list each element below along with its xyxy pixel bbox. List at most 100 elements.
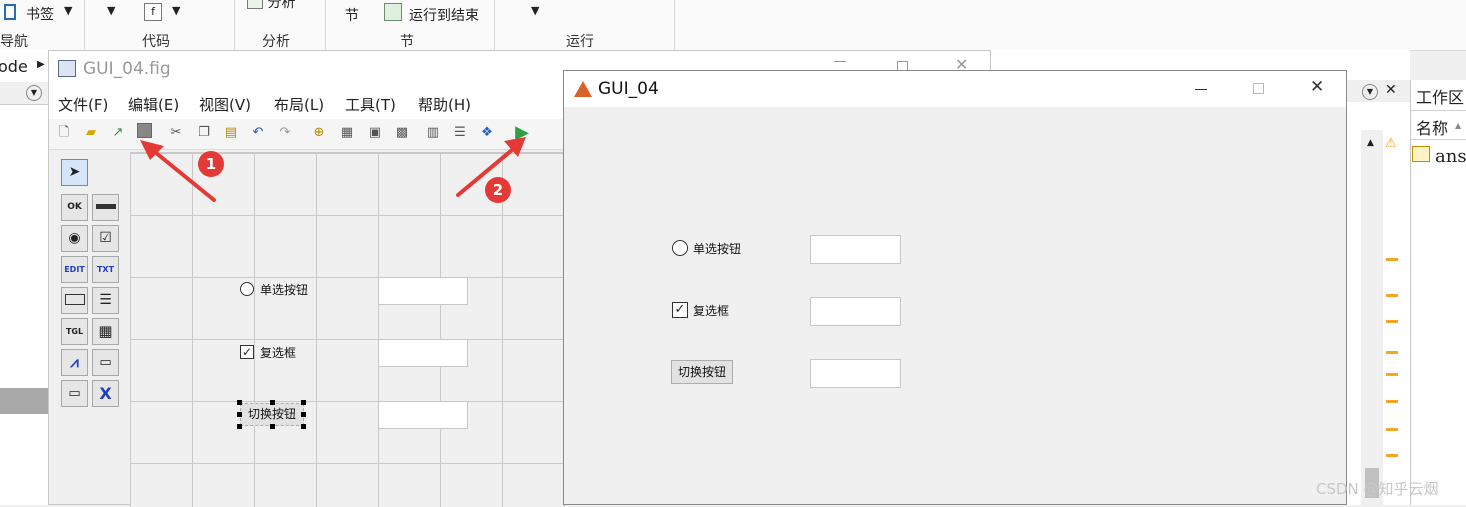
code-analyzer-marker[interactable] (1386, 258, 1398, 261)
menu-help[interactable]: 帮助(H) (418, 94, 471, 115)
warning-icon[interactable]: ⚠ (1385, 136, 1397, 151)
code-group-label: 代码 (142, 34, 170, 50)
section-button[interactable]: 节 (345, 5, 359, 25)
bookmark-dropdown-icon[interactable]: ▼ (64, 4, 72, 17)
run-to-end-icon[interactable] (384, 3, 402, 21)
listbox-tool-icon[interactable]: ☰ (92, 287, 119, 314)
selected-row-highlight[interactable] (0, 388, 48, 414)
editor-menu-icon[interactable]: ▼ (1362, 84, 1378, 100)
selection-handle[interactable] (237, 424, 242, 429)
run-dropdown-icon[interactable]: ▼ (531, 4, 539, 17)
button-group-tool-icon[interactable]: ▭ (61, 380, 88, 407)
code-analyzer-marker[interactable] (1386, 454, 1398, 457)
canvas-radio-label[interactable]: 单选按钮 (260, 281, 308, 298)
figure-toggle-button[interactable]: 切换按钮 (671, 360, 733, 384)
canvas-check-icon[interactable]: ✓ (240, 345, 254, 359)
variable-name[interactable]: ans (1435, 146, 1466, 167)
column-header-name[interactable]: 名称 (1416, 115, 1448, 139)
axes-tool-icon[interactable]: ⩘ (61, 349, 88, 376)
figure-radio-icon[interactable] (672, 240, 688, 256)
code-analyzer-marker[interactable] (1386, 351, 1398, 354)
panel-tool-icon[interactable]: ▭ (92, 349, 119, 376)
code-dropdown-icon[interactable]: ▼ (107, 4, 115, 17)
edit-text-tool-icon[interactable]: EDIT (61, 256, 88, 283)
popup-menu-tool-icon[interactable] (61, 287, 88, 314)
menu-editor-icon[interactable]: ▦ (337, 123, 357, 143)
workspace-header-row: 名称 ▲ (1411, 110, 1466, 140)
figure-edit-3[interactable] (810, 359, 901, 388)
canvas-check-label[interactable]: 复选框 (260, 344, 296, 361)
bookmark-label[interactable]: 书签 (26, 4, 54, 24)
new-file-icon[interactable]: 🗋 (54, 123, 74, 143)
panel-menu-icon[interactable]: ▼ (26, 85, 42, 101)
code-analyzer-marker[interactable] (1386, 320, 1398, 323)
tab-order-icon[interactable]: ▣ (365, 123, 385, 143)
editor-scrollbar[interactable]: ▲ (1361, 130, 1383, 505)
paste-icon[interactable]: ▤ (221, 123, 241, 143)
figure-radio-label[interactable]: 单选按钮 (693, 240, 741, 257)
selection-handle[interactable] (270, 424, 275, 429)
code-analyzer-marker[interactable] (1386, 428, 1398, 431)
selection-handle[interactable] (237, 412, 242, 417)
canvas-edit-2[interactable] (378, 339, 468, 367)
close-icon[interactable]: ✕ (1310, 77, 1324, 97)
table-tool-icon[interactable]: ▦ (92, 318, 119, 345)
sort-ascending-icon[interactable]: ▲ (1455, 121, 1461, 130)
undo-icon[interactable]: ↶ (248, 123, 268, 143)
canvas-edit-1[interactable] (378, 277, 468, 305)
canvas-toggle-label: 切换按钮 (247, 407, 296, 421)
toolbar-editor-icon[interactable]: ▩ (392, 123, 412, 143)
pushbutton-tool-icon[interactable]: OK (61, 194, 88, 221)
minimize-icon[interactable] (834, 61, 846, 62)
radio-tool-icon[interactable]: ◉ (61, 225, 88, 252)
path-arrow-icon[interactable]: ▶ (37, 59, 45, 70)
selection-handle[interactable] (237, 400, 242, 405)
open-folder-icon[interactable]: ▰ (81, 123, 101, 143)
close-editor-icon[interactable]: ✕ (1385, 82, 1397, 98)
code-analyzer-marker[interactable] (1386, 373, 1398, 376)
activex-tool-icon[interactable]: X (92, 380, 119, 407)
variable-table-icon (1412, 146, 1430, 162)
selection-handle[interactable] (270, 400, 275, 405)
canvas-edit-3[interactable] (378, 401, 468, 429)
function-dropdown-icon[interactable]: ▼ (172, 4, 180, 17)
maximize-icon[interactable] (1253, 83, 1264, 94)
canvas-toggle-button[interactable]: 切换按钮 (240, 403, 304, 426)
editor-icon[interactable]: ▥ (423, 123, 443, 143)
scroll-up-icon[interactable]: ▲ (1367, 138, 1374, 148)
figure-check-label[interactable]: 复选框 (693, 302, 729, 319)
menu-tools[interactable]: 工具(T) (345, 94, 396, 115)
address-path[interactable]: ode (0, 57, 28, 76)
checkbox-tool-icon[interactable]: ☑ (92, 225, 119, 252)
menu-view[interactable]: 视图(V) (199, 94, 251, 115)
export-icon[interactable]: ↗ (108, 123, 128, 143)
menu-file[interactable]: 文件(F) (58, 94, 108, 115)
function-icon[interactable]: f (144, 3, 162, 21)
figure-edit-1[interactable] (810, 235, 901, 264)
minimize-icon[interactable] (1195, 89, 1207, 90)
align-objects-icon[interactable]: ⊕ (309, 123, 329, 143)
selection-handle[interactable] (301, 424, 306, 429)
code-analyzer-marker[interactable] (1386, 400, 1398, 403)
figure-window-title: GUI_04 (598, 79, 659, 99)
slider-tool-icon[interactable] (92, 194, 119, 221)
guide-window-title: GUI_04.fig (83, 59, 171, 79)
selection-handle[interactable] (301, 400, 306, 405)
canvas-radio-icon[interactable] (240, 282, 254, 296)
select-tool-icon[interactable]: ➤ (61, 159, 88, 186)
code-analyzer-marker[interactable] (1386, 294, 1398, 297)
menu-edit[interactable]: 编辑(E) (128, 94, 179, 115)
selection-handle[interactable] (301, 412, 306, 417)
run-to-end-button[interactable]: 运行到结束 (409, 5, 479, 25)
analyze-button[interactable]: 分析 (247, 0, 295, 12)
static-text-tool-icon[interactable]: TXT (92, 256, 119, 283)
redo-icon[interactable]: ↷ (275, 123, 295, 143)
menu-layout[interactable]: 布局(L) (274, 94, 324, 115)
toolstrip-ribbon: 书签 ▼ 导航 ▼ f ▼ 代码 分析 分析 节 运行到结束 节 ▼ 运行 (0, 0, 1466, 51)
panel-header-bar: ▼ (0, 82, 48, 105)
workspace-title: 工作区 (1416, 88, 1465, 107)
toggle-tool-icon[interactable]: TGL (61, 318, 88, 345)
bookmark-icon[interactable] (4, 4, 16, 20)
figure-check-icon[interactable]: ✓ (672, 302, 688, 318)
figure-edit-2[interactable] (810, 297, 901, 326)
